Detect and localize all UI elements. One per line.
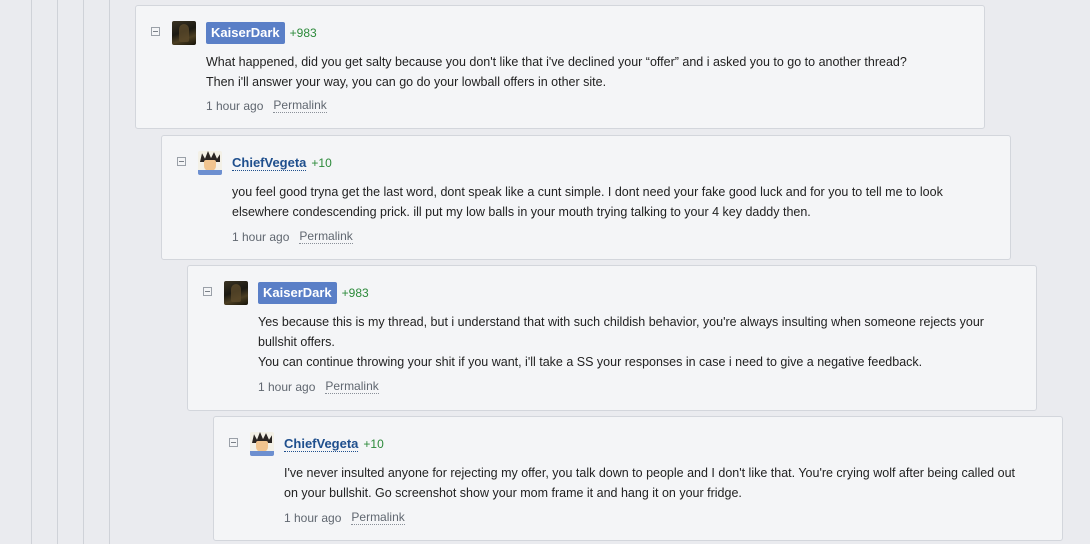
comment-meta: 1 hour ago Permalink [284, 510, 405, 525]
thread-guide-line [57, 0, 85, 544]
collapse-icon[interactable] [229, 438, 238, 447]
comment-text: You can continue throwing your shit if y… [258, 355, 923, 369]
thread-guide-line [109, 0, 137, 544]
comment-text: on your bullshit. Go screenshot show you… [284, 486, 742, 500]
comment-meta: 1 hour ago Permalink [206, 98, 327, 113]
comment-header: ChiefVegeta +10 [284, 432, 384, 456]
username-link[interactable]: KaiserDark [206, 22, 285, 44]
username-link[interactable]: ChiefVegeta [284, 436, 359, 452]
comment-card: KaiserDark +983 Yes because this is my t… [187, 265, 1037, 411]
timestamp: 1 hour ago [258, 379, 316, 394]
comment-text: you feel good tryna get the last word, d… [232, 185, 943, 199]
comment-body: you feel good tryna get the last word, d… [232, 182, 943, 222]
permalink-link[interactable]: Permalink [299, 229, 353, 244]
reputation-score: +10 [363, 437, 384, 451]
user-avatar[interactable] [172, 21, 196, 45]
reputation-score: +983 [341, 286, 369, 300]
comment-text: bullshit offers. [258, 335, 335, 349]
comment-meta: 1 hour ago Permalink [258, 379, 379, 394]
comment-text: What happened, did you get salty because… [206, 55, 907, 69]
comment-card: KaiserDark +983 What happened, did you g… [135, 5, 985, 129]
reputation-score: +10 [311, 156, 332, 170]
comment-thread: KaiserDark +983 What happened, did you g… [0, 0, 1090, 544]
username-link[interactable]: ChiefVegeta [232, 155, 307, 171]
reputation-score: +983 [289, 26, 317, 40]
permalink-link[interactable]: Permalink [351, 510, 405, 525]
user-avatar[interactable] [250, 432, 274, 456]
user-avatar[interactable] [224, 281, 248, 305]
comment-body: What happened, did you get salty because… [206, 52, 907, 92]
comment-header: KaiserDark +983 [206, 21, 317, 45]
comment-text: I've never insulted anyone for rejecting… [284, 466, 1015, 480]
comment-body: I've never insulted anyone for rejecting… [284, 463, 1015, 503]
comment-body: Yes because this is my thread, but i und… [258, 312, 984, 372]
comment-header: KaiserDark +983 [258, 281, 369, 305]
comment-meta: 1 hour ago Permalink [232, 229, 353, 244]
username-link[interactable]: KaiserDark [258, 282, 337, 304]
user-avatar[interactable] [198, 151, 222, 175]
comment-card: ChiefVegeta +10 you feel good tryna get … [161, 135, 1011, 260]
comment-text: Then i'll answer your way, you can go do… [206, 75, 607, 89]
collapse-icon[interactable] [151, 27, 160, 36]
timestamp: 1 hour ago [206, 98, 264, 113]
permalink-link[interactable]: Permalink [325, 379, 379, 394]
permalink-link[interactable]: Permalink [273, 98, 327, 113]
collapse-icon[interactable] [203, 287, 212, 296]
timestamp: 1 hour ago [284, 510, 342, 525]
collapse-icon[interactable] [177, 157, 186, 166]
comment-header: ChiefVegeta +10 [232, 151, 332, 175]
comment-card: ChiefVegeta +10 I've never insulted anyo… [213, 416, 1063, 541]
timestamp: 1 hour ago [232, 229, 290, 244]
thread-guide-line [83, 0, 111, 544]
comment-text: Yes because this is my thread, but i und… [258, 315, 984, 329]
comment-text: elsewhere condescending prick. ill put m… [232, 205, 811, 219]
thread-guide-line [31, 0, 59, 544]
